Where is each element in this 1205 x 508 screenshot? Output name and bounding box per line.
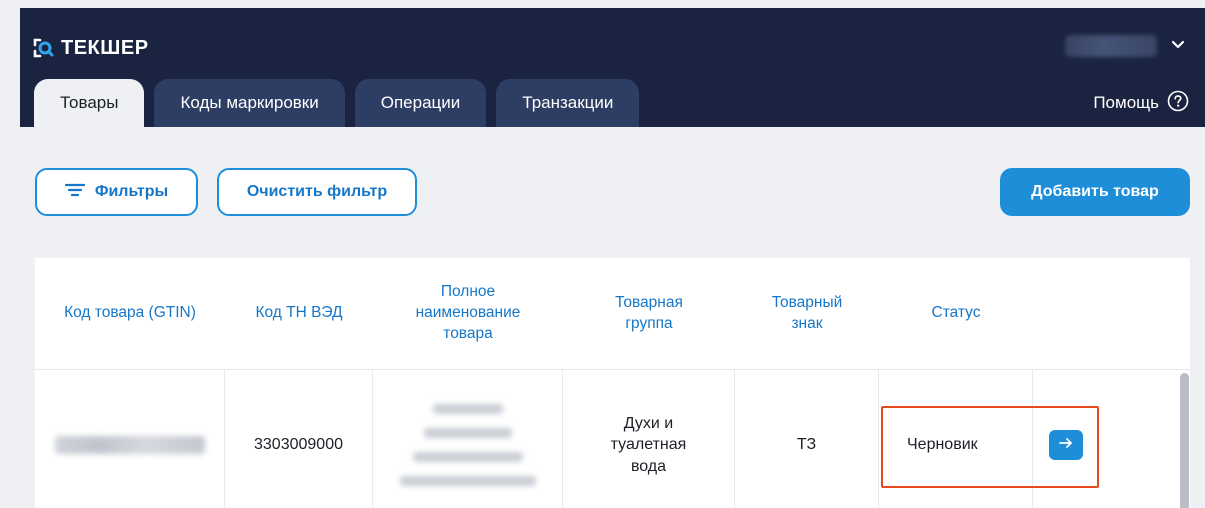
products-table: Код товара (GTIN) Код ТН ВЭД Полное наим… — [35, 258, 1190, 508]
app-name: ТЕКШЕР — [61, 36, 149, 59]
logo-icon — [33, 37, 55, 59]
column-header-full-name[interactable]: Полное наименование товара — [373, 258, 563, 369]
cell-product-group: Духи и туалетная вода — [563, 370, 735, 508]
chevron-down-icon[interactable] — [1171, 37, 1185, 55]
tab-operations[interactable]: Операции — [354, 79, 487, 127]
column-header-actions — [1033, 258, 1190, 369]
status-label: Черновик — [907, 436, 978, 454]
tab-marking-codes[interactable]: Коды маркировки — [154, 79, 345, 127]
cell-full-name — [373, 370, 563, 508]
table-scrollbar[interactable] — [1180, 373, 1189, 508]
app-window: ТЕКШЕР Товары Коды маркировки Операции Т… — [20, 8, 1205, 508]
table-header: Код товара (GTIN) Код ТН ВЭД Полное наим… — [35, 258, 1190, 370]
filter-lines-icon — [64, 183, 85, 202]
main-tabs: Товары Коды маркировки Операции Транзакц… — [34, 79, 640, 127]
user-menu[interactable] — [1055, 28, 1185, 64]
tab-products[interactable]: Товары — [34, 79, 145, 127]
question-circle-icon — [1167, 90, 1189, 117]
tab-transactions[interactable]: Транзакции — [496, 79, 640, 127]
filters-label: Фильтры — [94, 183, 169, 200]
cell-trademark: ТЗ — [735, 370, 879, 508]
cell-gtin — [35, 370, 225, 508]
column-header-product-group[interactable]: Товарная группа — [563, 258, 735, 369]
gtin-blurred — [54, 436, 205, 454]
clear-filter-label: Очистить фильтр — [246, 183, 388, 200]
help-label: Помощь — [1093, 93, 1159, 112]
top-header: ТЕКШЕР Товары Коды маркировки Операции Т… — [20, 8, 1205, 127]
table-row[interactable]: 3303009000 Духи и туалетная вода ТЗ Черн… — [35, 370, 1190, 508]
add-product-label: Добавить товар — [1031, 183, 1159, 200]
open-product-button[interactable] — [1049, 430, 1083, 460]
column-header-gtin[interactable]: Код товара (GTIN) — [35, 258, 225, 369]
add-product-button[interactable]: Добавить товар — [1000, 168, 1190, 216]
column-header-tnved[interactable]: Код ТН ВЭД — [225, 258, 373, 369]
toolbar: Фильтры Очистить фильтр Добавить товар — [35, 168, 1190, 216]
clear-filter-button[interactable]: Очистить фильтр — [217, 168, 417, 216]
arrow-right-icon — [1059, 434, 1073, 456]
help-link[interactable]: Помощь — [1093, 90, 1189, 116]
logo[interactable]: ТЕКШЕР — [33, 33, 149, 63]
user-name-blurred — [1065, 35, 1157, 57]
column-header-trademark[interactable]: Товарный знак — [735, 258, 879, 369]
cell-actions — [1033, 370, 1190, 508]
cell-status: Черновик — [879, 370, 1033, 508]
column-header-status[interactable]: Статус — [879, 258, 1033, 369]
cell-tnved: 3303009000 — [225, 370, 373, 508]
filters-button[interactable]: Фильтры — [35, 168, 198, 216]
full-name-blurred — [399, 404, 536, 486]
